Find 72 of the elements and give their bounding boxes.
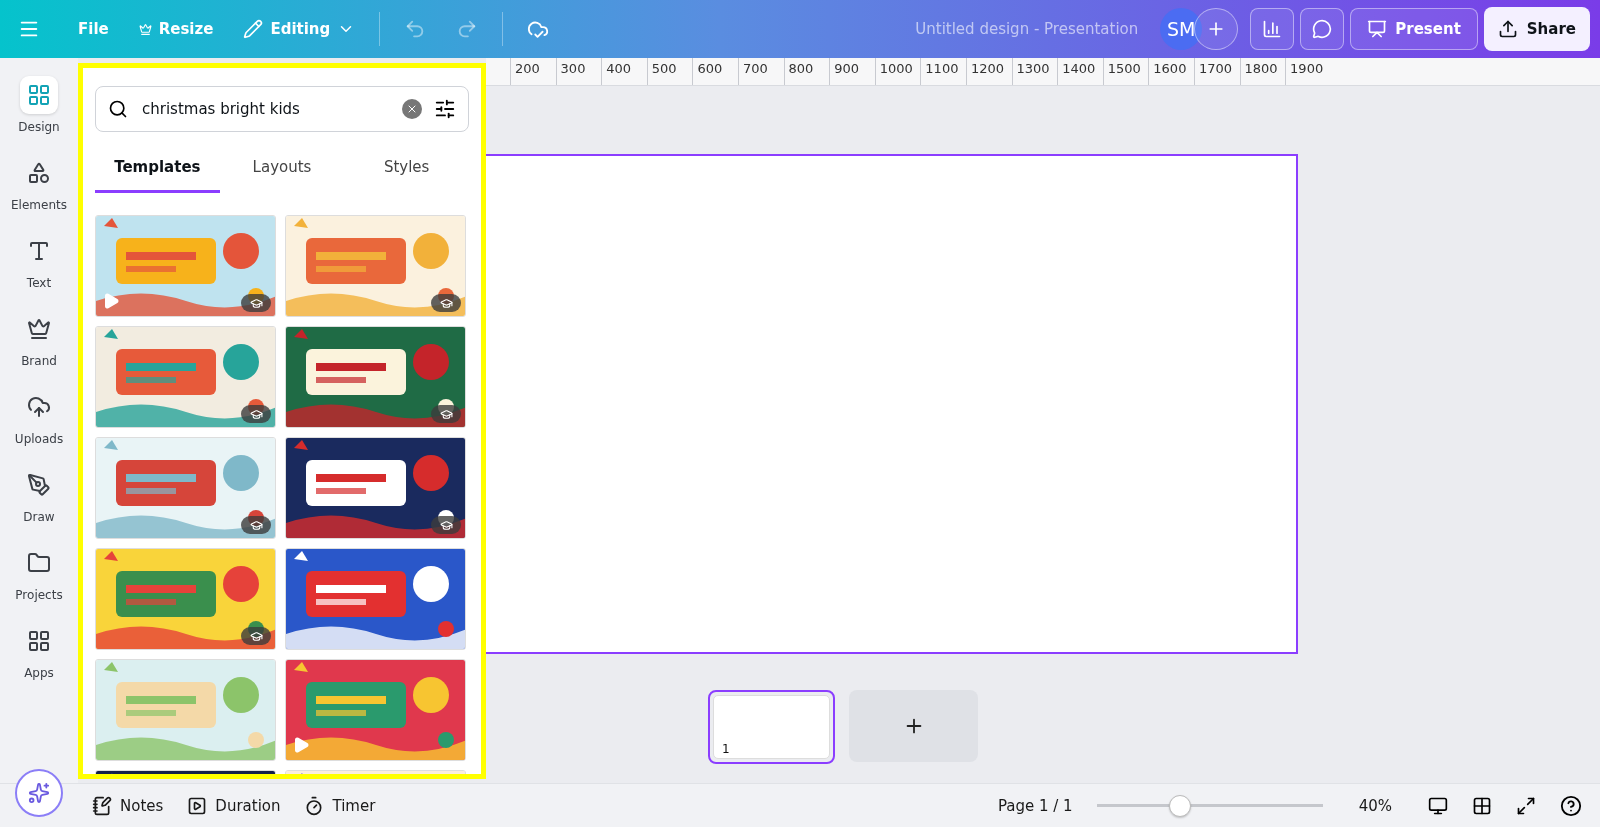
page-indicator[interactable]: Page 1 / 1 <box>997 796 1073 815</box>
upload-icon <box>1497 19 1518 39</box>
play-square-icon <box>187 795 208 816</box>
panel-tab[interactable]: Templates <box>95 144 220 193</box>
crown-icon <box>138 22 152 36</box>
page-thumbnail[interactable]: 1 <box>708 690 835 764</box>
panel-tab[interactable]: Layouts <box>219 144 345 193</box>
timer-button[interactable]: Timer <box>304 795 376 816</box>
ruler-label: 900 <box>829 58 875 85</box>
ruler-label: 1600 <box>1148 58 1194 85</box>
search-icon <box>108 99 128 119</box>
play-icon <box>102 292 120 310</box>
magic-button[interactable] <box>15 769 63 817</box>
grid-icon[interactable] <box>1472 795 1492 816</box>
ruler-label: 1800 <box>1239 58 1286 85</box>
ruler-label: 600 <box>692 58 738 85</box>
ruler-label: 1700 <box>1193 58 1240 85</box>
graduation-cap-icon <box>439 296 453 310</box>
monitor-icon[interactable] <box>1428 795 1448 816</box>
ruler-label: 200 <box>510 58 556 85</box>
sidebar-item[interactable]: Uploads <box>14 388 64 446</box>
sidebar-item[interactable]: Design <box>18 76 60 134</box>
sidebar-item[interactable]: Text <box>20 232 58 290</box>
ruler-label: 1000 <box>874 58 921 85</box>
notes-icon <box>92 795 112 816</box>
sidebar-item[interactable]: Brand <box>20 310 58 368</box>
clear-button[interactable] <box>402 99 422 119</box>
graduation-cap-icon <box>249 518 263 532</box>
sidebar-item[interactable]: Apps <box>20 622 58 680</box>
sidebar-item[interactable]: Draw <box>20 466 58 524</box>
duration-button[interactable]: Duration <box>187 795 281 816</box>
present-button[interactable]: Present <box>1350 8 1478 50</box>
sparkles-icon <box>28 782 50 804</box>
filter-icon[interactable] <box>434 98 456 120</box>
bar-chart-icon <box>1262 19 1283 39</box>
close-icon <box>406 103 418 115</box>
sidebar-item[interactable]: Projects <box>15 544 63 602</box>
page-number: 1 <box>722 742 730 756</box>
comment-button[interactable] <box>1300 8 1345 50</box>
user-avatar[interactable]: SM <box>1160 8 1203 50</box>
panel-tab[interactable]: Styles <box>344 144 469 193</box>
graduation-cap-icon <box>439 518 453 532</box>
chart-button[interactable] <box>1250 8 1295 50</box>
sidebar-item[interactable]: Elements <box>11 154 67 212</box>
ruler-label: 1500 <box>1102 58 1149 85</box>
ruler-label: 300 <box>555 58 602 85</box>
zoom-percentage[interactable]: 40% <box>1358 796 1392 815</box>
ruler-label: 1100 <box>920 58 966 85</box>
ruler-label: 1300 <box>1011 58 1058 85</box>
add-button[interactable] <box>1194 8 1239 50</box>
help-icon[interactable] <box>1560 794 1582 817</box>
graduation-cap-icon <box>249 296 263 310</box>
ruler-label: 800 <box>783 58 830 85</box>
graduation-cap-icon <box>249 629 263 643</box>
fullscreen-icon[interactable] <box>1516 795 1536 816</box>
ruler-label: 1900 <box>1285 58 1331 85</box>
comment-icon <box>1312 19 1333 39</box>
share-button[interactable]: Share <box>1483 7 1590 51</box>
graduation-cap-icon <box>249 407 263 421</box>
search-field[interactable]: christmas bright kids <box>140 99 390 119</box>
search-box[interactable]: christmas bright kids <box>95 86 469 132</box>
slider-thumb[interactable] <box>1169 794 1192 817</box>
ruler-label: 400 <box>601 58 647 85</box>
ruler-label: 1400 <box>1057 58 1103 85</box>
notes-button[interactable]: Notes <box>92 795 164 816</box>
pencil-icon <box>243 19 264 39</box>
graduation-cap-icon <box>439 407 453 421</box>
ruler-label: 1200 <box>965 58 1012 85</box>
ruler-label: 700 <box>737 58 784 85</box>
presentation-icon <box>1367 19 1388 39</box>
play-icon <box>292 736 310 754</box>
ruler-label: 500 <box>646 58 693 85</box>
